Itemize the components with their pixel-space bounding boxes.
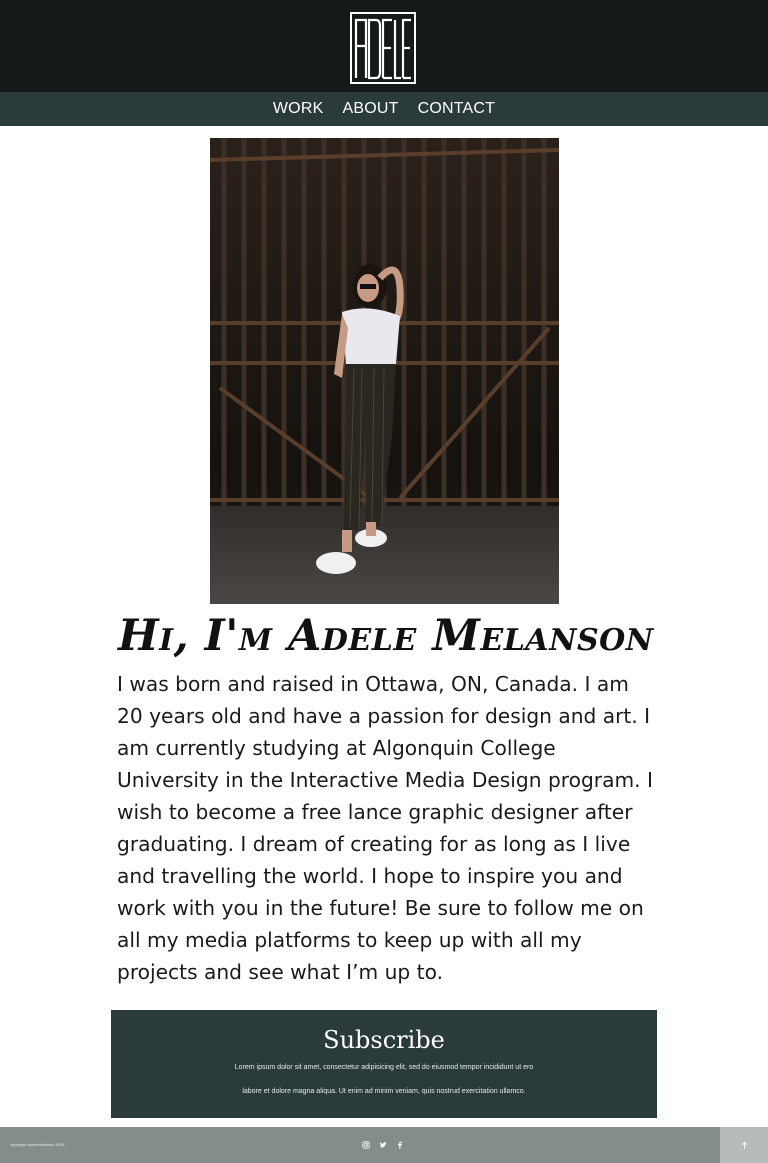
- nav-item-work[interactable]: WORK: [273, 100, 324, 118]
- nav-item-about[interactable]: ABOUT: [342, 100, 398, 118]
- adele-logo-mark: [350, 12, 416, 84]
- profile-photo: [210, 138, 559, 604]
- instagram-icon[interactable]: [362, 1141, 370, 1149]
- page-title: Hi, I'm Adele Melanson: [118, 611, 654, 661]
- copyright-text: copyright adelemelanson 2018: [10, 1142, 65, 1147]
- site-footer: [0, 1127, 720, 1163]
- subscribe-text-line-2: labore et dolore magna aliqua. Ut enim a…: [242, 1088, 526, 1095]
- nav-item-contact[interactable]: CONTACT: [418, 100, 496, 118]
- site-logo[interactable]: [350, 12, 416, 84]
- twitter-icon[interactable]: [379, 1141, 387, 1149]
- main-nav: WORK ABOUT CONTACT: [0, 92, 768, 126]
- back-to-top-button[interactable]: [720, 1127, 768, 1163]
- bio-text: I was born and raised in Ottawa, ON, Can…: [117, 672, 653, 984]
- subscribe-title: Subscribe: [323, 1026, 445, 1054]
- subscribe-section: Subscribe Lorem ipsum dolor sit amet, co…: [111, 1010, 657, 1118]
- subscribe-text-line-1: Lorem ipsum dolor sit amet, consectetur …: [234, 1064, 534, 1071]
- site-header: [0, 0, 768, 92]
- arrow-up-icon: [741, 1141, 747, 1149]
- social-links: [362, 1139, 404, 1151]
- facebook-icon[interactable]: [396, 1141, 404, 1149]
